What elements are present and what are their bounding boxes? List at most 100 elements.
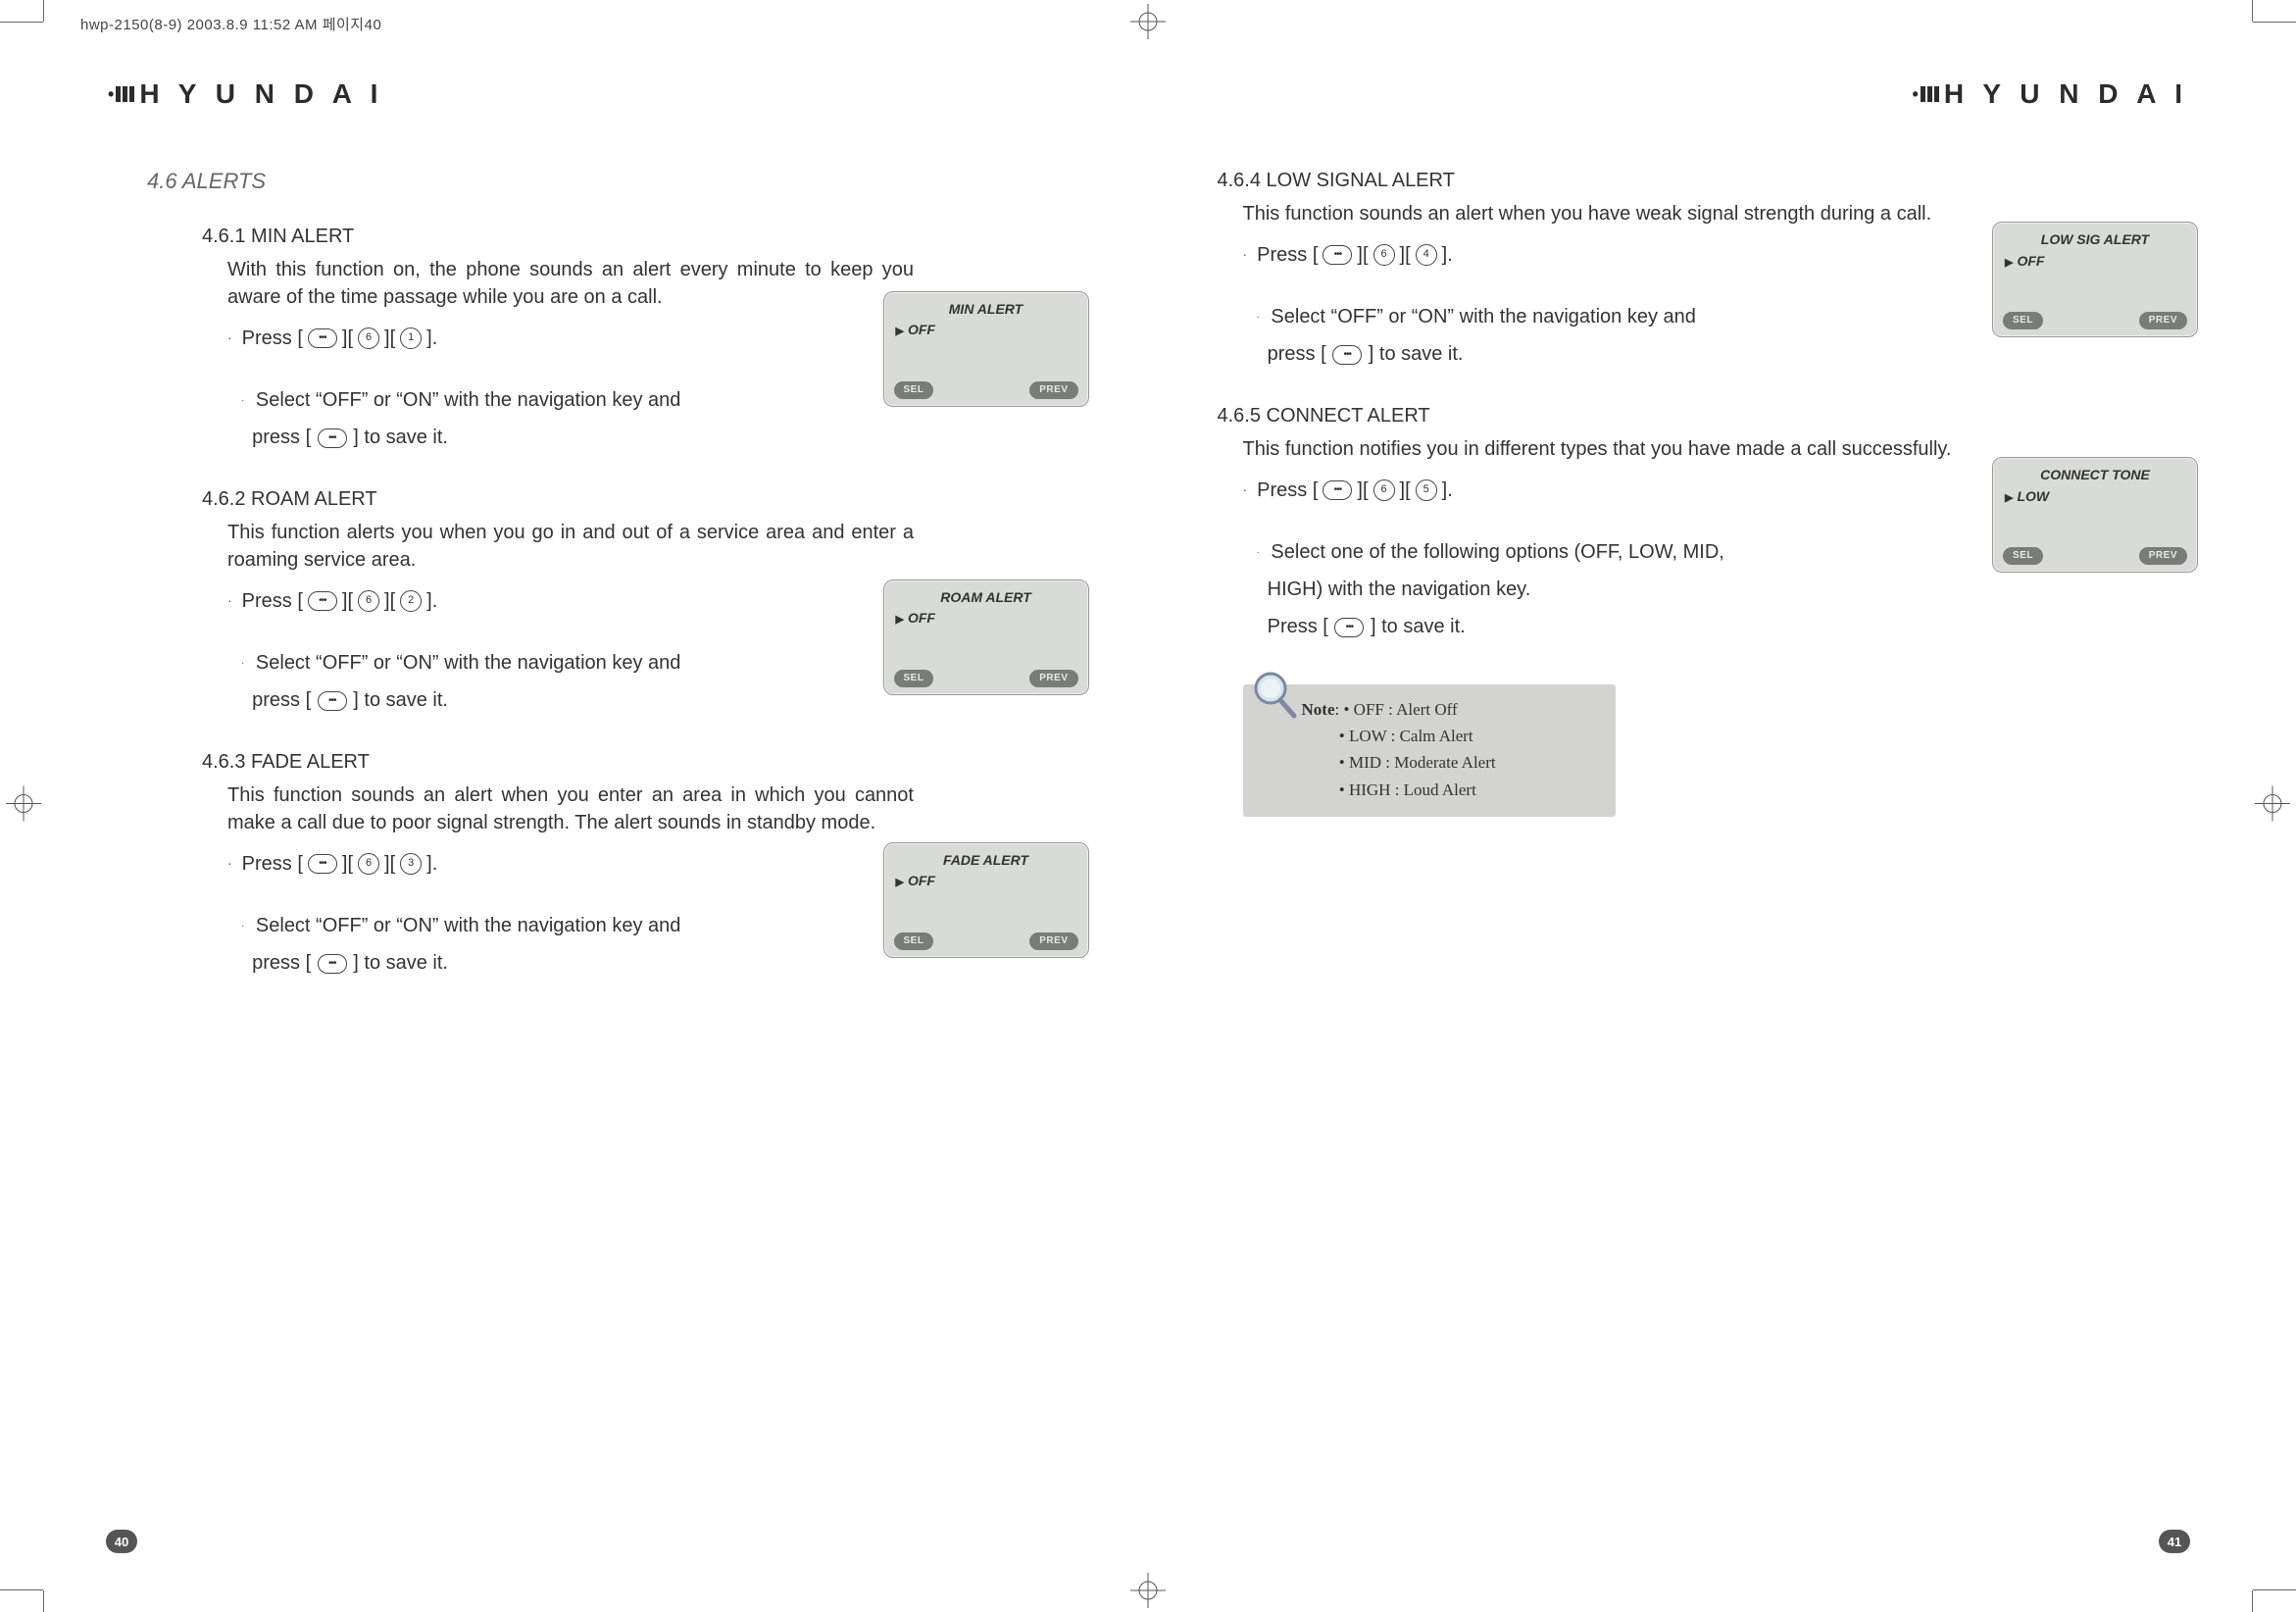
press-suffix: ].	[426, 587, 437, 615]
softkey-prev: PREV	[2139, 312, 2187, 329]
softkey-prev: PREV	[1029, 670, 1077, 687]
screen-title: MIN ALERT	[896, 300, 1076, 320]
bullet-icon: ·	[227, 328, 232, 348]
menu-key-icon	[1323, 245, 1352, 265]
press-label: Press [	[1257, 241, 1318, 269]
menu-key-icon	[318, 428, 347, 448]
crop-mark	[2252, 0, 2253, 22]
save-prefix: Press [	[1268, 616, 1328, 637]
step-press: · Press [ ][ 6][ 3 ].	[227, 850, 914, 878]
crop-mark	[43, 1590, 44, 1612]
brand-logo-right: • H Y U N D A I	[1913, 78, 2188, 110]
registration-mark-top	[1130, 4, 1166, 39]
menu-key-icon	[318, 954, 347, 974]
save-prefix: press [	[252, 689, 311, 711]
save-suffix: ] to save it.	[353, 689, 448, 711]
screen-title: ROAM ALERT	[896, 588, 1076, 608]
step-press: · Press [ ][ 6][ 5 ].	[1243, 477, 1929, 504]
crop-mark	[0, 1589, 43, 1590]
press-label: Press [	[242, 850, 303, 878]
logo-glyph-icon	[1919, 83, 1940, 105]
screen-selection: OFF	[896, 609, 1076, 629]
digit-key-icon: 3	[400, 853, 422, 875]
bullet-icon: ·	[1243, 480, 1248, 500]
subsection-desc: This function sounds an alert when you e…	[227, 781, 914, 836]
select-text: Select “OFF” or “ON” with the navigation…	[1271, 306, 1696, 327]
logo-glyph-icon	[114, 83, 135, 105]
screen-selection: OFF	[2005, 252, 2185, 272]
subsection-title: 4.6.5 CONNECT ALERT	[1218, 402, 2189, 429]
screen-title: CONNECT TONE	[2005, 466, 2185, 485]
press-label: Press [	[1257, 477, 1318, 504]
crop-mark	[43, 0, 44, 22]
subsection-desc: With this function on, the phone sounds …	[227, 256, 914, 311]
phone-screen-fade-alert: FADE ALERT OFF SEL PREV	[883, 842, 1089, 958]
softkey-sel: SEL	[894, 381, 934, 399]
step-select: · Select “OFF” or “ON” with the navigati…	[241, 644, 888, 719]
bullet-icon: ·	[1243, 245, 1248, 265]
section-heading: 4.6 ALERTS	[147, 167, 1079, 197]
digit-key-icon: 6	[1373, 244, 1395, 266]
subsection-title: 4.6.2 ROAM ALERT	[202, 485, 1079, 513]
bullet-icon: ·	[241, 395, 244, 406]
menu-key-icon	[318, 691, 347, 711]
select-line1: Select one of the following options (OFF…	[1271, 541, 1723, 563]
softkey-sel: SEL	[2003, 312, 2043, 329]
registration-mark-right	[2255, 786, 2290, 827]
screen-selection: OFF	[896, 872, 1076, 891]
digit-key-icon: 6	[358, 327, 379, 349]
menu-key-icon	[308, 854, 337, 874]
bullet-icon: ·	[227, 854, 232, 874]
subsection-desc: This function sounds an alert when you h…	[1243, 200, 2047, 227]
phone-screen-min-alert: MIN ALERT OFF SEL PREV	[883, 291, 1089, 407]
subsection-min-alert: 4.6.1 MIN ALERT With this function on, t…	[202, 223, 1079, 456]
softkey-prev: PREV	[1029, 381, 1077, 399]
note-line: • HIGH : Loud Alert	[1339, 781, 1476, 799]
save-suffix: ] to save it.	[353, 952, 448, 974]
subsection-low-signal-alert: 4.6.4 LOW SIGNAL ALERT This function sou…	[1218, 167, 2189, 373]
menu-key-icon	[308, 328, 337, 348]
save-suffix: ] to save it.	[353, 427, 448, 448]
select-text: Select “OFF” or “ON” with the navigation…	[256, 915, 681, 936]
screen-title: LOW SIG ALERT	[2005, 230, 2185, 250]
press-suffix: ].	[1442, 241, 1453, 269]
select-text: Select “OFF” or “ON” with the navigation…	[256, 389, 681, 411]
crop-mark	[2253, 22, 2296, 23]
step-press: · Press [ ][ 6][ 2 ].	[227, 587, 914, 615]
page-number-right: 41	[2159, 1530, 2190, 1553]
digit-key-icon: 6	[1373, 479, 1395, 501]
subsection-fade-alert: 4.6.3 FADE ALERT This function sounds an…	[202, 748, 1079, 982]
subsection-title: 4.6.3 FADE ALERT	[202, 748, 1079, 776]
page-number-left: 40	[106, 1530, 137, 1553]
menu-key-icon	[1334, 618, 1364, 637]
crop-mark	[2252, 1590, 2253, 1612]
digit-key-icon: 6	[358, 590, 379, 612]
page-right: • H Y U N D A I 4.6.4 LOW SIGNAL ALERT T…	[1149, 59, 2248, 1573]
page-left: • H Y U N D A I 4.6 ALERTS 4.6.1 MIN ALE…	[49, 59, 1149, 1573]
digit-key-icon: 5	[1416, 479, 1437, 501]
phone-screen-roam-alert: ROAM ALERT OFF SEL PREV	[883, 579, 1089, 695]
softkey-prev: PREV	[1029, 932, 1077, 950]
subsection-connect-alert: 4.6.5 CONNECT ALERT This function notifi…	[1218, 402, 2189, 817]
bullet-icon: ·	[1257, 547, 1260, 558]
step-select: · Select “OFF” or “ON” with the navigati…	[241, 907, 888, 982]
bullet-icon: ·	[241, 921, 244, 932]
registration-mark-bottom	[1130, 1573, 1166, 1608]
save-prefix: press [	[252, 427, 311, 448]
note-box: Note: • OFF : Alert Off • LOW : Calm Ale…	[1243, 684, 1616, 817]
note-line: • OFF : Alert Off	[1343, 700, 1457, 719]
brand-text: H Y U N D A I	[1944, 78, 2188, 110]
subsection-desc: This function alerts you when you go in …	[227, 519, 914, 574]
digit-key-icon: 1	[400, 327, 422, 349]
digit-key-icon: 4	[1416, 244, 1437, 266]
brand-logo-left: • H Y U N D A I	[108, 78, 383, 110]
select-line2: HIGH) with the navigation key.	[1268, 579, 1531, 600]
bullet-icon: ·	[1257, 312, 1260, 323]
step-select: · Select “OFF” or “ON” with the navigati…	[241, 381, 888, 456]
note-line: • LOW : Calm Alert	[1339, 727, 1473, 745]
softkey-sel: SEL	[894, 670, 934, 687]
step-press: · Press [ ][ 6][ 4 ].	[1243, 241, 1929, 269]
digit-key-icon: 2	[400, 590, 422, 612]
softkey-prev: PREV	[2139, 547, 2187, 565]
step-press: · Press [ ][ 6][ 1 ].	[227, 325, 914, 352]
